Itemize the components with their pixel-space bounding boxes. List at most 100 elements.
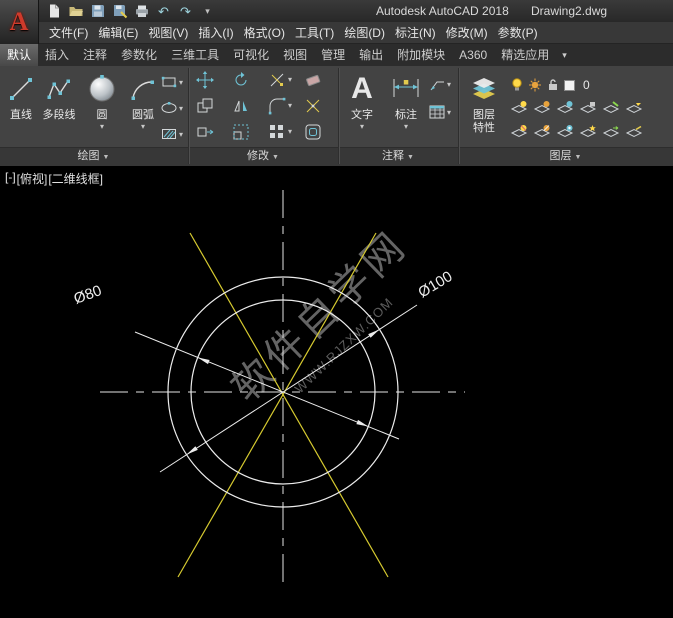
dimension-outer-text: Ø100 bbox=[415, 268, 455, 301]
tool-ellipse-button[interactable]: ▾ bbox=[160, 98, 190, 118]
construction-line-2[interactable] bbox=[178, 233, 376, 577]
panel-draw-title: 绘图 bbox=[78, 150, 100, 162]
ribbon-tab-add-ins[interactable]: 附加模块 bbox=[390, 44, 452, 66]
tool-circle-button[interactable]: 圆 ▾ bbox=[82, 69, 122, 132]
tool-offset-button[interactable] bbox=[302, 121, 324, 143]
layer-current-icon[interactable] bbox=[579, 124, 597, 140]
tool-trim-button[interactable] bbox=[266, 69, 288, 91]
tool-explode-button[interactable] bbox=[302, 95, 324, 117]
ribbon-tab-view[interactable]: 视图 bbox=[276, 44, 314, 66]
text-flyout-icon[interactable]: ▾ bbox=[342, 122, 382, 132]
drawing-area[interactable]: [-] [俯视] [二维线框] 软件自学网 WWW.RJZXW.COM bbox=[0, 166, 673, 618]
layer-previous-icon[interactable] bbox=[625, 100, 643, 116]
redo-button[interactable]: ↷ bbox=[176, 2, 195, 21]
panel-modify-title: 修改 bbox=[247, 150, 269, 162]
hatch-flyout-icon[interactable]: ▾ bbox=[179, 130, 183, 139]
circle-flyout-icon[interactable]: ▾ bbox=[82, 122, 122, 132]
ribbon-tab-insert[interactable]: 插入 bbox=[38, 44, 76, 66]
layer-unisolate-icon[interactable] bbox=[510, 124, 528, 140]
ribbon-tab-overflow-icon[interactable]: ▾ bbox=[556, 44, 573, 66]
ribbon-tab-manage[interactable]: 管理 bbox=[314, 44, 352, 66]
layer-select-dropdown[interactable]: 0 bbox=[510, 76, 668, 94]
menu-item-insert[interactable]: 插入(I) bbox=[193, 22, 238, 44]
undo-button[interactable]: ↶ bbox=[154, 2, 173, 21]
menu-item-tools[interactable]: 工具(T) bbox=[290, 22, 339, 44]
ribbon-tab-output[interactable]: 输出 bbox=[352, 44, 390, 66]
panel-label-modify[interactable]: 修改▼ bbox=[188, 147, 338, 166]
menu-item-modify[interactable]: 修改(M) bbox=[441, 22, 493, 44]
tool-line-button[interactable]: 直线 bbox=[2, 69, 40, 122]
tool-polyline-button[interactable]: 多段线 bbox=[40, 69, 78, 122]
ribbon-tab-3d-tools[interactable]: 三维工具 bbox=[164, 44, 226, 66]
ribbon-tab-parametric[interactable]: 参数化 bbox=[114, 44, 164, 66]
leader-flyout-icon[interactable]: ▾ bbox=[447, 80, 451, 89]
ribbon-tab-a360[interactable]: A360 bbox=[452, 44, 494, 66]
rectangle-flyout-icon[interactable]: ▾ bbox=[179, 78, 183, 87]
tool-copy-button[interactable] bbox=[194, 95, 216, 117]
panel-label-annotate[interactable]: 注释▼ bbox=[338, 147, 458, 166]
erase-icon bbox=[304, 71, 322, 89]
tool-hatch-button[interactable]: ▾ bbox=[160, 124, 190, 144]
tool-rectangle-button[interactable]: ▾ bbox=[160, 72, 190, 92]
tool-erase-button[interactable] bbox=[302, 69, 324, 91]
offset-icon bbox=[304, 123, 322, 141]
tool-move-button[interactable] bbox=[194, 69, 216, 91]
tool-rotate-button[interactable] bbox=[230, 69, 252, 91]
menu-item-draw[interactable]: 绘图(D) bbox=[339, 22, 390, 44]
panel-label-draw[interactable]: 绘图▼ bbox=[0, 147, 187, 166]
menu-item-parametric[interactable]: 参数(P) bbox=[493, 22, 543, 44]
trim-flyout-icon[interactable]: ▾ bbox=[288, 75, 292, 84]
menu-item-edit[interactable]: 编辑(E) bbox=[93, 22, 143, 44]
qat-customize-button[interactable]: ▾ bbox=[198, 2, 217, 21]
open-button[interactable] bbox=[66, 2, 85, 21]
layer-isolate-icon[interactable] bbox=[533, 100, 551, 116]
save-as-button[interactable] bbox=[110, 2, 129, 21]
tool-table-button[interactable]: ▾ bbox=[428, 102, 458, 122]
ellipse-flyout-icon[interactable]: ▾ bbox=[179, 104, 183, 113]
ribbon-tab-home[interactable]: 默认 bbox=[0, 44, 38, 66]
layer-match-icon[interactable] bbox=[602, 100, 620, 116]
tool-arc-button[interactable]: 圆弧 ▾ bbox=[124, 69, 162, 132]
tool-scale-button[interactable] bbox=[230, 121, 252, 143]
ellipse-icon bbox=[160, 99, 178, 117]
tool-mirror-button[interactable] bbox=[230, 95, 252, 117]
tool-fillet-button[interactable] bbox=[266, 95, 288, 117]
layer-merge-icon[interactable] bbox=[625, 124, 643, 140]
plot-button[interactable] bbox=[132, 2, 151, 21]
save-button[interactable] bbox=[88, 2, 107, 21]
ribbon-tab-featured-apps[interactable]: 精选应用 bbox=[494, 44, 556, 66]
layer-freeze-icon[interactable] bbox=[556, 100, 574, 116]
tool-circle-label: 圆 bbox=[82, 109, 122, 122]
new-file-button[interactable] bbox=[44, 2, 63, 21]
menu-item-dimension[interactable]: 标注(N) bbox=[390, 22, 441, 44]
tool-stretch-button[interactable] bbox=[194, 121, 216, 143]
panel-label-layers[interactable]: 图层▼ bbox=[458, 147, 673, 166]
viewport-visual-style-control[interactable]: [二维线框] bbox=[48, 170, 103, 187]
arc-flyout-icon[interactable]: ▾ bbox=[124, 122, 162, 132]
table-flyout-icon[interactable]: ▾ bbox=[447, 108, 451, 117]
save-icon bbox=[90, 3, 106, 19]
ribbon-tab-annotate[interactable]: 注释 bbox=[76, 44, 114, 66]
tool-dimension-button[interactable]: 标注 ▾ bbox=[386, 69, 426, 132]
menu-item-file[interactable]: 文件(F) bbox=[44, 22, 93, 44]
layer-walk-icon[interactable] bbox=[602, 124, 620, 140]
menu-item-format[interactable]: 格式(O) bbox=[239, 22, 290, 44]
chevron-down-icon: ▾ bbox=[205, 6, 210, 17]
layer-thaw-icon[interactable] bbox=[533, 124, 551, 140]
layer-unlock-all-icon[interactable] bbox=[556, 124, 574, 140]
array-flyout-icon[interactable]: ▾ bbox=[288, 127, 292, 136]
application-menu-button[interactable]: A bbox=[0, 0, 39, 44]
layer-off-icon[interactable] bbox=[510, 100, 528, 116]
viewport-view-control[interactable]: [俯视] bbox=[17, 170, 48, 187]
layer-lock-icon[interactable] bbox=[579, 100, 597, 116]
menu-item-view[interactable]: 视图(V) bbox=[143, 22, 193, 44]
tool-leader-button[interactable]: ▾ bbox=[428, 74, 458, 94]
layer-properties-button[interactable]: 图层 特性 bbox=[462, 69, 506, 135]
viewport-minimize-control[interactable]: [-] bbox=[5, 170, 16, 187]
tool-array-button[interactable] bbox=[266, 121, 288, 143]
quick-access-toolbar: ↶ ↷ ▾ bbox=[44, 1, 217, 21]
dimension-flyout-icon[interactable]: ▾ bbox=[386, 122, 426, 132]
fillet-flyout-icon[interactable]: ▾ bbox=[288, 101, 292, 110]
ribbon-tab-visualize[interactable]: 可视化 bbox=[226, 44, 276, 66]
tool-text-button[interactable]: A 文字 ▾ bbox=[342, 69, 382, 132]
